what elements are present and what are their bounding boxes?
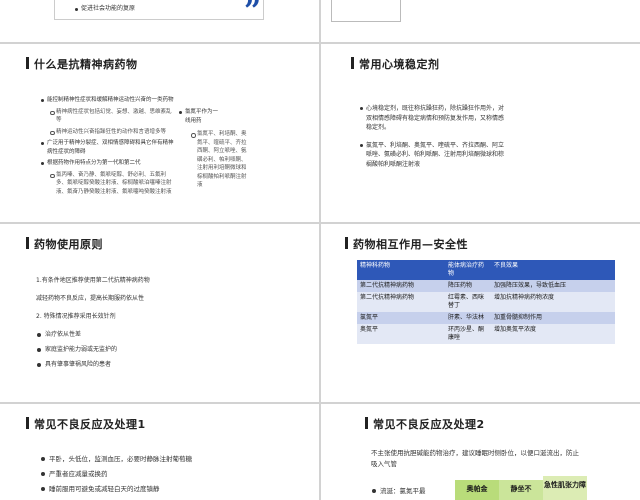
slide-body: 心境稳定剂，既往称抗躁狂药，除抗躁狂作用外，对双相情感障碍有稳定病情和预防复发作… bbox=[359, 104, 509, 172]
table-cell: 第二代抗精神病药物 bbox=[360, 294, 415, 301]
slide-thumbnail-5[interactable]: 药物使用原则 1.有条件地区推荐使用第二代抗精神病药物 减轻药物不良反应，提高长… bbox=[0, 224, 319, 402]
slide-title: 药物相互作用—安全性 bbox=[345, 236, 468, 252]
slide-thumbnail-3[interactable]: 什么是抗精神病药物 能控制精神性症状和缓解精神运动性兴奋的一类药物 精神病性症状… bbox=[0, 44, 319, 222]
list-item: 睡前服用可避免或减轻白天的过度镇静 bbox=[40, 484, 300, 494]
list-item: 精神病性症状包括幻觉、妄想、激越、思维紊乱等 bbox=[49, 108, 176, 125]
slide-paragraph: 不主张使用抗胆碱能药物治疗，建议睡眠时侧卧位，以便口涎流出，防止吸入气管 bbox=[371, 449, 579, 468]
list-item: 氯氮平、利培酮、奥氮平、喹硫平、齐拉西酮、阿立哌唑、氨磺必利、帕利哌酮、注射用利… bbox=[190, 130, 248, 190]
table-cell: 肝素、华法林 bbox=[448, 314, 485, 321]
table-header-cell: 能体病治疗药物 bbox=[448, 262, 485, 277]
list-item: 能控制精神性症状和缓解精神运动性兴奋的一类药物 bbox=[40, 96, 176, 105]
side-effect-tag: 奥帕金 bbox=[455, 480, 499, 500]
table-cell: 增加抗精神病药物浓度 bbox=[494, 294, 555, 301]
list-item: 氯氮平作为一线用药 bbox=[178, 108, 218, 125]
slide-thumbnail-4[interactable]: 常用心境稳定剂 心境稳定剂，既往称抗躁狂药，除抗躁狂作用外，对双相情感障碍有稳定… bbox=[321, 44, 640, 222]
list-item: 氯氮平、利培酮、奥氮平、喹硫平、齐拉西酮、阿立哌唑、氨磺必利、帕利哌酮、注射用利… bbox=[359, 141, 509, 170]
slide-body-left: 能控制精神性症状和缓解精神运动性兴奋的一类药物 精神病性症状包括幻觉、妄想、激越… bbox=[40, 96, 176, 199]
table-cell: 加重骨髓抑制作用 bbox=[494, 314, 543, 321]
table-header-cell: 不良效果 bbox=[494, 262, 519, 269]
text-line: 1.有条件地区推荐使用第二代抗精神病药物 bbox=[36, 277, 150, 284]
list-item: 广泛用于精神分裂症、双相情感障碍和具它伴有精神病性症状的障碍 bbox=[40, 139, 176, 156]
slide-thumbnail-8[interactable]: 常见不良反应及处理2 不主张使用抗胆碱能药物治疗，建议睡眠时侧卧位，以便口涎流出… bbox=[321, 404, 640, 500]
slide-title: 什么是抗精神病药物 bbox=[26, 56, 138, 72]
table-cell: 环丙沙星、酮康唑 bbox=[448, 326, 485, 341]
list-item: 平卧，头低位，监测血压，必要时静脉注射葡萄糖 bbox=[40, 454, 300, 464]
slide-thumbnail-1[interactable]: 促进社会功能的复原 ” bbox=[0, 0, 319, 42]
table-cell: 增加奥氮平浓度 bbox=[494, 326, 537, 333]
table-row: 第二代抗精神病药物 降压药物 加强降压效果，导致低血压 bbox=[357, 280, 615, 292]
list-item: 具有肇事肇祸风险的患者 bbox=[36, 360, 296, 370]
table-header-cell: 精神科药物 bbox=[360, 262, 391, 269]
side-effect-tag: 急性肌张力障 bbox=[543, 476, 587, 500]
slide-title: 常见不良反应及处理1 bbox=[26, 416, 146, 432]
list-item: 根据药物作用特点分为第一代和第二代 bbox=[40, 159, 176, 168]
slide-body: 平卧，头低位，监测血压，必要时静脉注射葡萄糖 严重者应减量或换药 睡前服用可避免… bbox=[40, 454, 300, 499]
slide-thumbnail-6[interactable]: 药物相互作用—安全性 精神科药物 能体病治疗药物 不良效果 第二代抗精神病药物 … bbox=[321, 224, 640, 402]
slide-title: 药物使用原则 bbox=[26, 236, 103, 252]
slide-body: 1.有条件地区推荐使用第二代抗精神病药物 减轻药物不良反应，提高长期服药依从性 … bbox=[36, 276, 296, 375]
text-line: 减轻药物不良反应，提高长期服药依从性 bbox=[36, 295, 145, 302]
table-cell: 奥氮平 bbox=[360, 326, 379, 333]
slide-body: 流涎：氯氮平最 bbox=[371, 486, 451, 500]
table-cell: 氯氮平 bbox=[360, 314, 379, 321]
interaction-table: 精神科药物 能体病治疗药物 不良效果 第二代抗精神病药物 降压药物 加强降压效果… bbox=[357, 260, 615, 344]
list-item: 氯丙嗪、奋乃静、氟哌啶醇、舒必利、五氟利多、氟哌啶醇癸酸注射液、棕榈酸哌泊噻嗪注… bbox=[49, 171, 176, 197]
text-line: 2. 特殊情况推荐采用长效针剂 bbox=[36, 313, 116, 320]
table-cell: 降压药物 bbox=[448, 282, 473, 289]
list-item: 精神运动性兴奋指躁狂性的动作和言语增多等 bbox=[49, 128, 176, 137]
list-item: 家庭监护能力弱或无监护的 bbox=[36, 345, 296, 355]
frame-decoration bbox=[331, 0, 401, 22]
table-cell: 第二代抗精神病药物 bbox=[360, 282, 415, 289]
slide-body-right: 氯氮平、利培酮、奥氮平、喹硫平、齐拉西酮、阿立哌唑、氨磺必利、帕利哌酮、注射用利… bbox=[190, 130, 248, 193]
table-row: 氯氮平 肝素、华法林 加重骨髓抑制作用 bbox=[357, 312, 615, 324]
slide-grid: 促进社会功能的复原 ” 什么是抗精神病药物 能控制精神性症状和缓解精神运动性兴奋… bbox=[0, 0, 640, 500]
slide-title: 常见不良反应及处理2 bbox=[365, 416, 485, 432]
table-cell: 红霉素、西咪替丁 bbox=[448, 294, 485, 309]
list-item: 治疗依从性差 bbox=[36, 330, 296, 340]
table-header-row: 精神科药物 能体病治疗药物 不良效果 bbox=[357, 260, 615, 280]
list-item: 严重者应减量或换药 bbox=[40, 469, 300, 479]
table-row: 奥氮平 环丙沙星、酮康唑 增加奥氮平浓度 bbox=[357, 324, 615, 344]
slide-title: 常用心境稳定剂 bbox=[351, 56, 440, 72]
slide-body-mid: 氯氮平作为一线用药 bbox=[178, 108, 218, 128]
slide-thumbnail-7[interactable]: 常见不良反应及处理1 平卧，头低位，监测血压，必要时静脉注射葡萄糖 严重者应减量… bbox=[0, 404, 319, 500]
slide-thumbnail-2[interactable] bbox=[321, 0, 640, 42]
list-item: 心境稳定剂，既往称抗躁狂药，除抗躁狂作用外，对双相情感障碍有稳定病情和预防复发作… bbox=[359, 104, 509, 133]
frame-decoration bbox=[54, 0, 264, 20]
side-effect-tag: 静坐不 bbox=[499, 480, 543, 500]
table-cell: 加强降压效果，导致低血压 bbox=[494, 282, 567, 289]
table-row: 第二代抗精神病药物 红霉素、西咪替丁 增加抗精神病药物浓度 bbox=[357, 292, 615, 312]
list-item: 流涎：氯氮平最 bbox=[371, 486, 451, 496]
